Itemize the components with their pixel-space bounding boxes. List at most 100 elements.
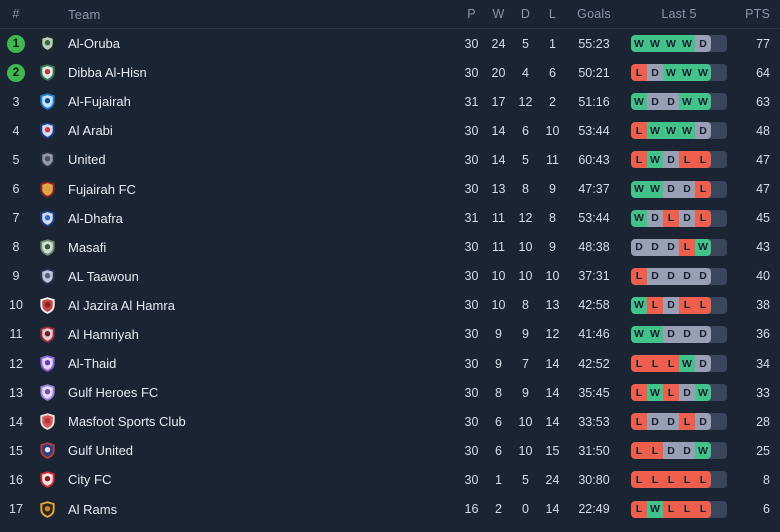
form-result-l[interactable]: L [663,384,679,402]
form-result-d[interactable]: D [631,238,647,256]
table-row[interactable]: 4 Al Arabi 30 14 6 10 53:44 L W W W D 48 [0,116,780,145]
form-result-w[interactable]: W [663,35,679,53]
table-row[interactable]: 11 Al Hamriyah 30 9 9 12 41:46 W W D D D 36 [0,320,780,349]
form-result-l[interactable]: L [631,64,647,82]
form-result-l[interactable]: L [679,500,695,518]
form-result-d[interactable]: D [679,267,695,285]
form-result-l[interactable]: L [695,500,711,518]
form-result-l[interactable]: L [663,355,679,373]
form-result-l[interactable]: L [663,471,679,489]
form-result-d[interactable]: D [695,35,711,53]
form-result-w[interactable]: W [631,209,647,227]
form-result-d[interactable]: D [647,93,663,111]
form-result-d[interactable]: D [695,413,711,431]
form-result-w[interactable]: W [663,64,679,82]
form-result-w[interactable]: W [647,500,663,518]
form-result-w[interactable]: W [695,64,711,82]
team-name[interactable]: Al-Fujairah [62,94,458,109]
form-result-d[interactable]: D [663,151,679,169]
table-row[interactable]: 2 Dibba Al-Hisn 30 20 4 6 50:21 L D W W W 64 [0,58,780,87]
team-name[interactable]: Al Arabi [62,123,458,138]
form-result-d[interactable]: D [647,64,663,82]
form-result-l[interactable]: L [647,471,663,489]
form-result-l[interactable]: L [631,384,647,402]
form-result-d[interactable]: D [679,325,695,343]
form-result-w[interactable]: W [647,122,663,140]
form-result-l[interactable]: L [647,355,663,373]
table-row[interactable]: 1 Al-Oruba 30 24 5 1 55:23 W W W W D 77 [0,29,780,58]
form-result-w[interactable]: W [663,122,679,140]
form-result-w[interactable]: W [631,325,647,343]
team-name[interactable]: Gulf United [62,443,458,458]
form-result-l[interactable]: L [631,355,647,373]
form-result-l[interactable]: L [695,209,711,227]
form-result-l[interactable]: L [631,471,647,489]
form-result-w[interactable]: W [679,122,695,140]
form-result-w[interactable]: W [631,93,647,111]
form-result-l[interactable]: L [695,296,711,314]
form-result-l[interactable]: L [631,122,647,140]
form-result-l[interactable]: L [631,151,647,169]
team-name[interactable]: Al Rams [62,502,458,517]
team-name[interactable]: Masfoot Sports Club [62,414,458,429]
form-result-w[interactable]: W [647,35,663,53]
table-row[interactable]: 8 Masafi 30 11 10 9 48:38 D D D L W 43 [0,233,780,262]
form-result-l[interactable]: L [679,151,695,169]
table-row[interactable]: 6 Fujairah FC 30 13 8 9 47:37 W W D D L 47 [0,174,780,203]
table-row[interactable]: 10 Al Jazira Al Hamra 30 10 8 13 42:58 W L D L L 38 [0,291,780,320]
table-row[interactable]: 12 Al-Thaid 30 9 7 14 42:52 L L L W D 34 [0,349,780,378]
form-result-w[interactable]: W [647,151,663,169]
form-result-l[interactable]: L [679,471,695,489]
form-result-d[interactable]: D [663,238,679,256]
form-result-w[interactable]: W [647,384,663,402]
form-result-d[interactable]: D [663,442,679,460]
form-result-l[interactable]: L [647,296,663,314]
form-result-w[interactable]: W [631,180,647,198]
table-row[interactable]: 5 United 30 14 5 11 60:43 L W D L L 47 [0,145,780,174]
team-name[interactable]: Al Hamriyah [62,327,458,342]
form-result-l[interactable]: L [695,471,711,489]
team-name[interactable]: Al-Thaid [62,356,458,371]
form-result-d[interactable]: D [679,180,695,198]
form-result-d[interactable]: D [647,238,663,256]
team-name[interactable]: Dibba Al-Hisn [62,65,458,80]
table-row[interactable]: 13 Gulf Heroes FC 30 8 9 14 35:45 L W L D W 33 [0,378,780,407]
form-result-w[interactable]: W [631,35,647,53]
team-name[interactable]: Fujairah FC [62,182,458,197]
form-result-d[interactable]: D [663,296,679,314]
form-result-l[interactable]: L [631,442,647,460]
form-result-d[interactable]: D [663,325,679,343]
table-row[interactable]: 15 Gulf United 30 6 10 15 31:50 L L D D W 25 [0,436,780,465]
table-row[interactable]: 14 Masfoot Sports Club 30 6 10 14 33:53 L D D L D 28 [0,407,780,436]
team-name[interactable]: Al-Dhafra [62,211,458,226]
form-result-d[interactable]: D [695,355,711,373]
table-row[interactable]: 9 AL Taawoun 30 10 10 10 37:31 L D D D D 40 [0,262,780,291]
table-row[interactable]: 17 Al Rams 16 2 0 14 22:49 L W L L L 6 [0,495,780,524]
form-result-w[interactable]: W [695,442,711,460]
form-result-d[interactable]: D [695,267,711,285]
form-result-d[interactable]: D [647,413,663,431]
team-name[interactable]: Al Jazira Al Hamra [62,298,458,313]
table-row[interactable]: 7 Al-Dhafra 31 11 12 8 53:44 W D L D L 45 [0,204,780,233]
form-result-d[interactable]: D [663,93,679,111]
form-result-w[interactable]: W [679,35,695,53]
team-name[interactable]: Masafi [62,240,458,255]
form-result-d[interactable]: D [679,209,695,227]
team-name[interactable]: City FC [62,472,458,487]
form-result-d[interactable]: D [663,267,679,285]
form-result-d[interactable]: D [663,180,679,198]
form-result-l[interactable]: L [679,413,695,431]
form-result-w[interactable]: W [647,180,663,198]
form-result-d[interactable]: D [679,442,695,460]
form-result-w[interactable]: W [631,296,647,314]
form-result-w[interactable]: W [679,64,695,82]
form-result-w[interactable]: W [695,238,711,256]
table-row[interactable]: 3 Al-Fujairah 31 17 12 2 51:16 W D D W W 63 [0,87,780,116]
table-row[interactable]: 16 City FC 30 1 5 24 30:80 L L L L L 8 [0,465,780,494]
form-result-d[interactable]: D [695,325,711,343]
form-result-w[interactable]: W [695,384,711,402]
form-result-l[interactable]: L [663,209,679,227]
form-result-d[interactable]: D [647,209,663,227]
form-result-d[interactable]: D [663,413,679,431]
form-result-d[interactable]: D [647,267,663,285]
